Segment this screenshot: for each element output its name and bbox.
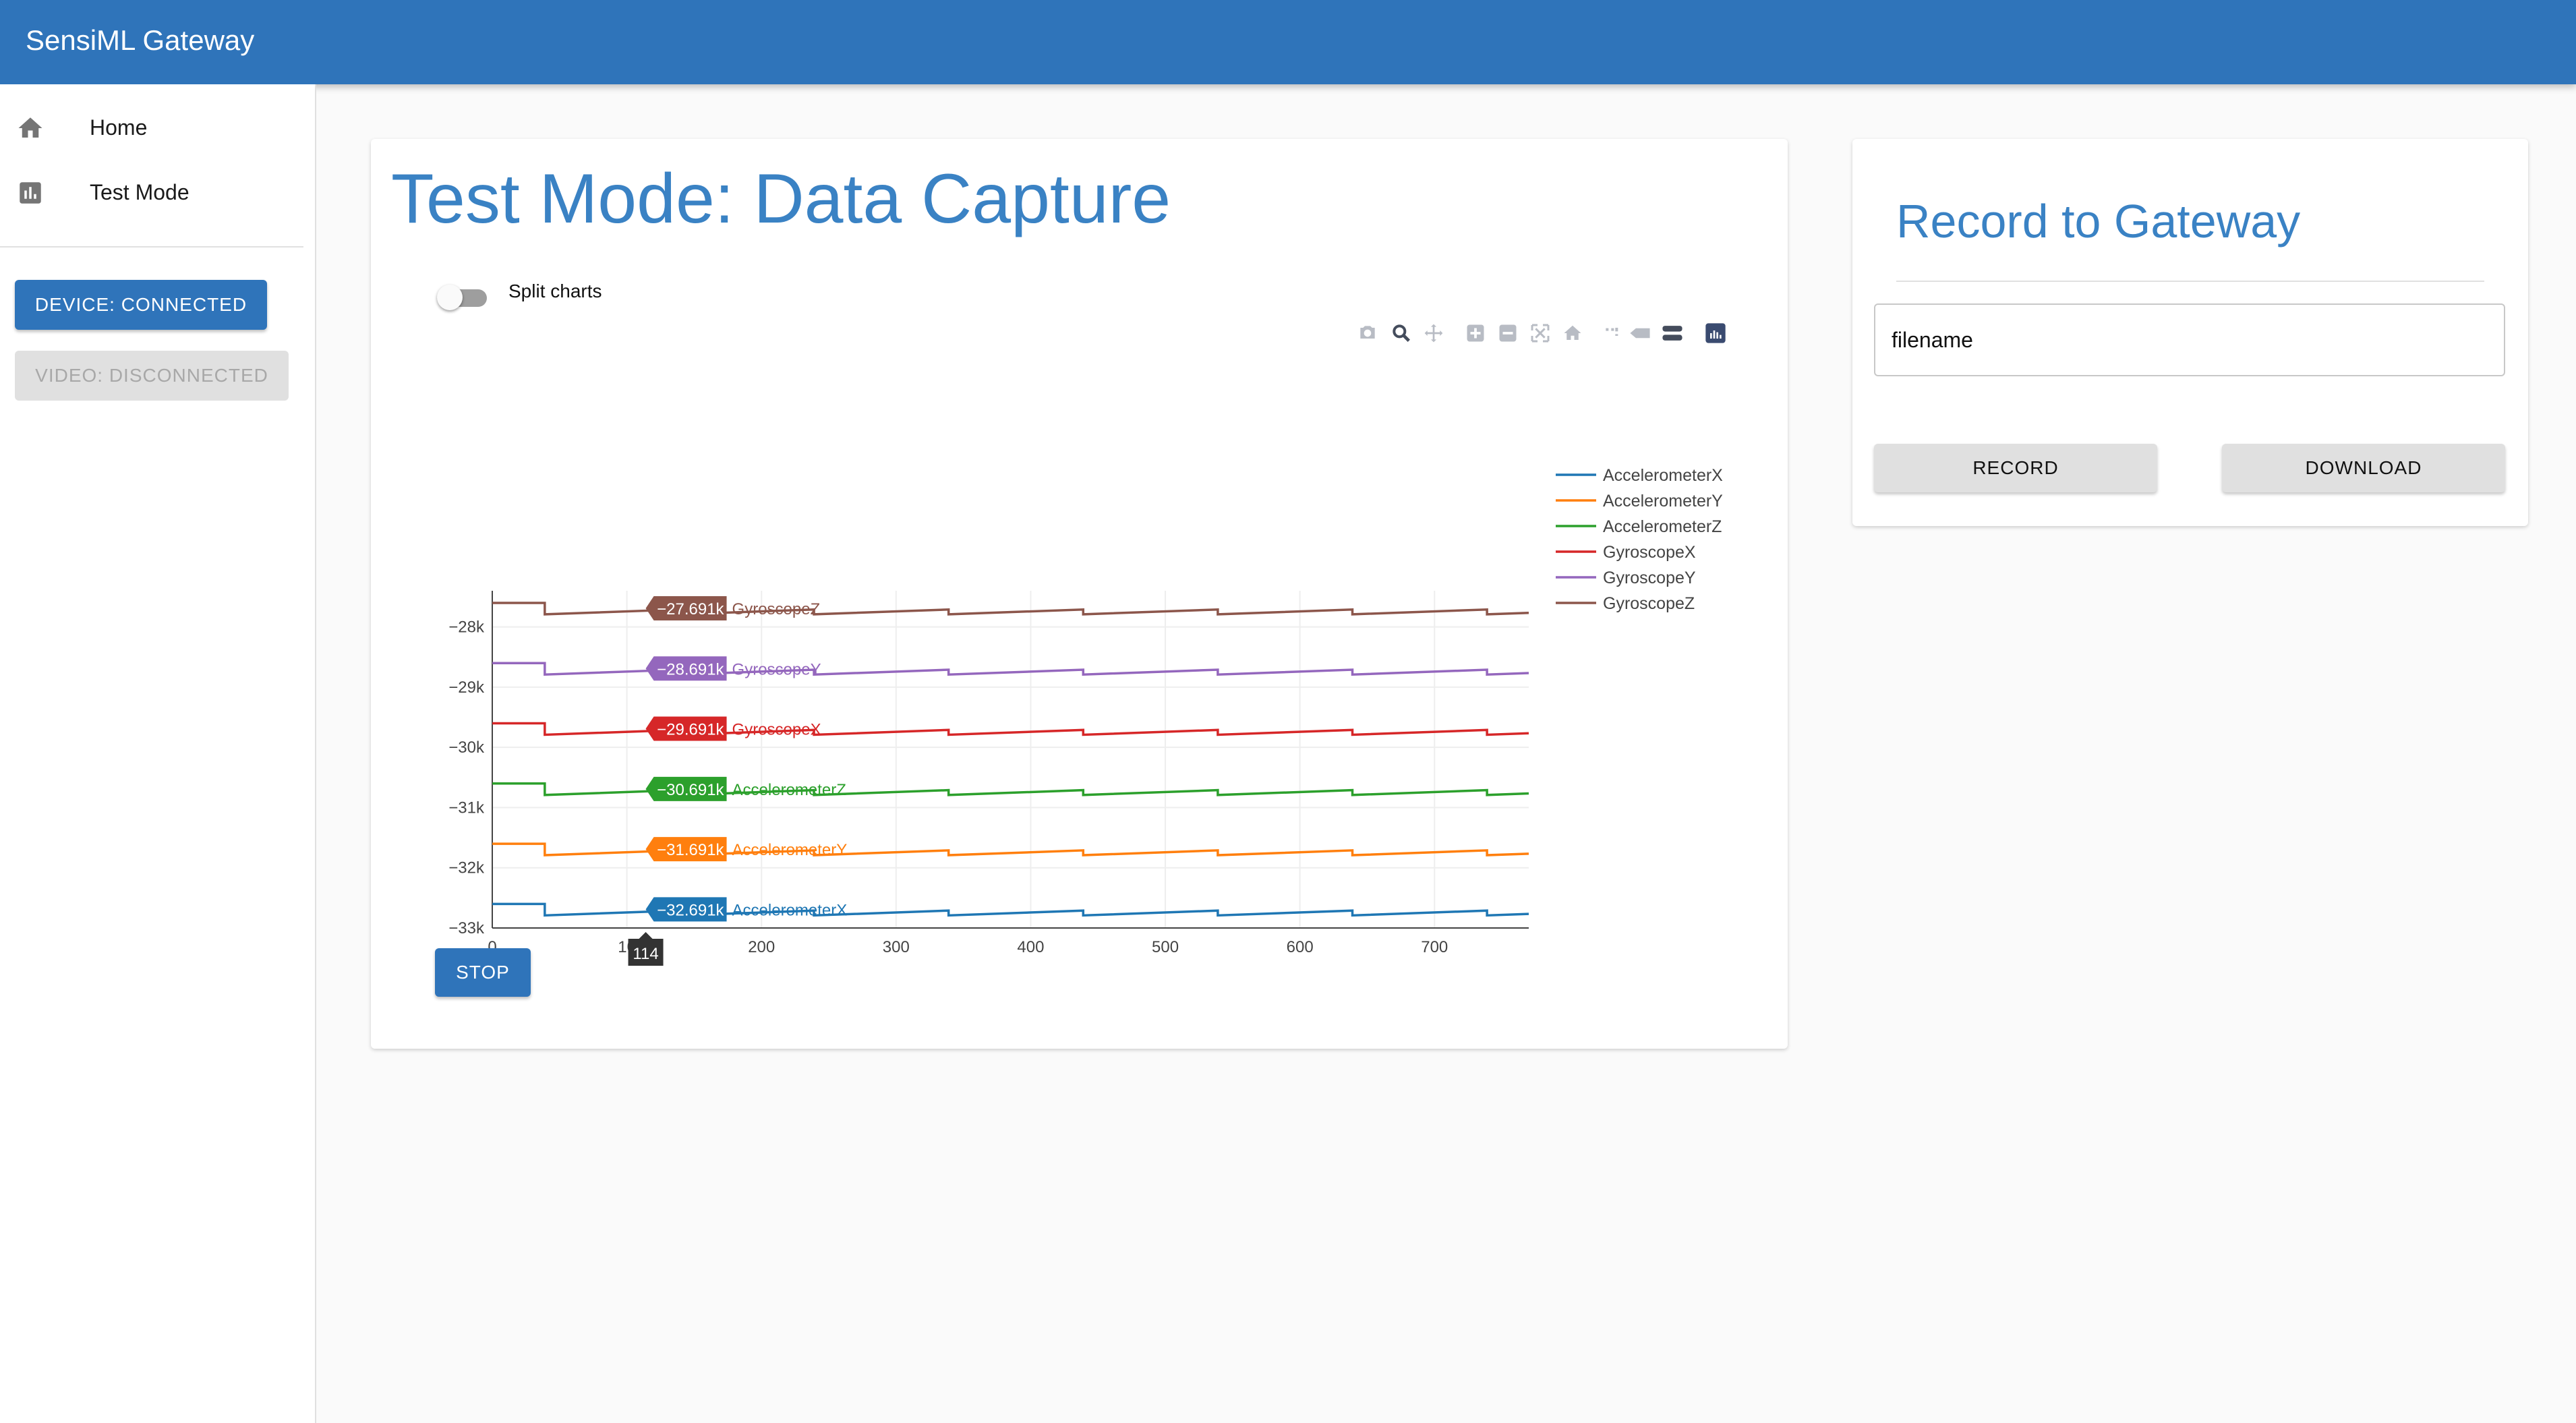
record-card: Record to Gateway RECORD DOWNLOAD [1852, 139, 2528, 526]
hover-value-text: −32.691k [657, 901, 724, 919]
hover-series-name: AccelerometerX [732, 901, 848, 919]
y-tick-label: −29k [448, 678, 485, 697]
hover-label-AccelerometerX: −32.691k AccelerometerX [645, 897, 848, 922]
hover-x-text: 114 [633, 945, 658, 963]
hover-value-text: −31.691k [657, 841, 724, 859]
hover-series-name: AccelerometerZ [732, 781, 846, 799]
hover-value-text: −27.691k [657, 600, 724, 618]
legend-label: AccelerometerY [1603, 492, 1723, 511]
download-button[interactable]: DOWNLOAD [2222, 444, 2505, 492]
record-button[interactable]: RECORD [1874, 444, 2157, 492]
hover-value-text: −30.691k [657, 781, 724, 799]
hover-series-name: GyroscopeZ [732, 600, 821, 618]
stop-button[interactable]: STOP [435, 948, 531, 997]
hover-x-label: 114 [628, 932, 664, 966]
record-panel-divider [1896, 281, 2484, 282]
sensor-line-chart[interactable]: 0 10 200 300 400 500 600 700−28k−29k−30k−31k−32… [371, 139, 1788, 1049]
sidebar-item-home[interactable]: Home [0, 98, 315, 160]
app-title: SensiML Gateway [26, 24, 255, 56]
x-tick-label: 200 [748, 938, 775, 956]
legend-label: GyroscopeZ [1603, 594, 1695, 613]
sidebar-item-test-mode[interactable]: Test Mode [0, 163, 315, 225]
video-disconnected-button[interactable]: VIDEO: DISCONNECTED [15, 351, 289, 401]
filename-input[interactable] [1874, 303, 2505, 376]
x-tick-label: 600 [1287, 938, 1314, 956]
legend-label: AccelerometerX [1603, 466, 1723, 485]
hover-series-name: GyroscopeY [732, 660, 821, 678]
legend-item-GyroscopeZ: GyroscopeZ [1556, 594, 1695, 613]
hover-label-GyroscopeZ: −27.691k GyroscopeZ [645, 596, 821, 620]
sidebar-item-label: Test Mode [90, 180, 189, 204]
y-tick-label: −30k [448, 738, 485, 757]
home-icon [16, 114, 45, 142]
hover-value-text: −28.691k [657, 660, 724, 678]
x-tick-label: 500 [1152, 938, 1179, 956]
hover-label-GyroscopeX: −29.691k GyroscopeX [645, 716, 821, 741]
record-panel-title: Record to Gateway [1896, 195, 2301, 248]
hover-label-AccelerometerY: −31.691k AccelerometerY [645, 837, 848, 862]
hover-label-GyroscopeY: −28.691k GyroscopeY [645, 656, 821, 681]
hover-series-name: AccelerometerY [732, 841, 848, 859]
data-capture-card: Test Mode: Data Capture Split charts 0 1… [371, 139, 1788, 1049]
sidebar: Home Test Mode DEVICE: CONNECTED VIDEO: … [0, 84, 316, 1423]
legend-item-AccelerometerX: AccelerometerX [1556, 466, 1723, 485]
legend-item-GyroscopeX: GyroscopeX [1556, 543, 1696, 562]
y-tick-label: −28k [448, 618, 485, 637]
legend-item-GyroscopeY: GyroscopeY [1556, 569, 1696, 587]
y-tick-label: −33k [448, 919, 485, 937]
bar-chart-icon [16, 179, 45, 207]
legend-item-AccelerometerZ: AccelerometerZ [1556, 517, 1722, 536]
x-tick-label: 300 [883, 938, 910, 956]
legend-label: GyroscopeY [1603, 569, 1696, 587]
y-tick-label: −31k [448, 798, 485, 817]
hover-value-text: −29.691k [657, 721, 724, 739]
app-bar: SensiML Gateway [0, 0, 2576, 84]
y-tick-label: −32k [448, 859, 485, 877]
device-connected-button[interactable]: DEVICE: CONNECTED [15, 280, 267, 330]
hover-series-name: GyroscopeX [732, 721, 821, 739]
x-tick-label: 400 [1017, 938, 1044, 956]
legend-label: GyroscopeX [1603, 543, 1696, 562]
sidebar-item-label: Home [90, 115, 148, 140]
hover-label-AccelerometerZ: −30.691k AccelerometerZ [645, 776, 846, 801]
x-tick-label: 700 [1421, 938, 1448, 956]
legend-label: AccelerometerZ [1603, 517, 1722, 536]
sidebar-divider [0, 246, 303, 248]
legend-item-AccelerometerY: AccelerometerY [1556, 492, 1723, 511]
